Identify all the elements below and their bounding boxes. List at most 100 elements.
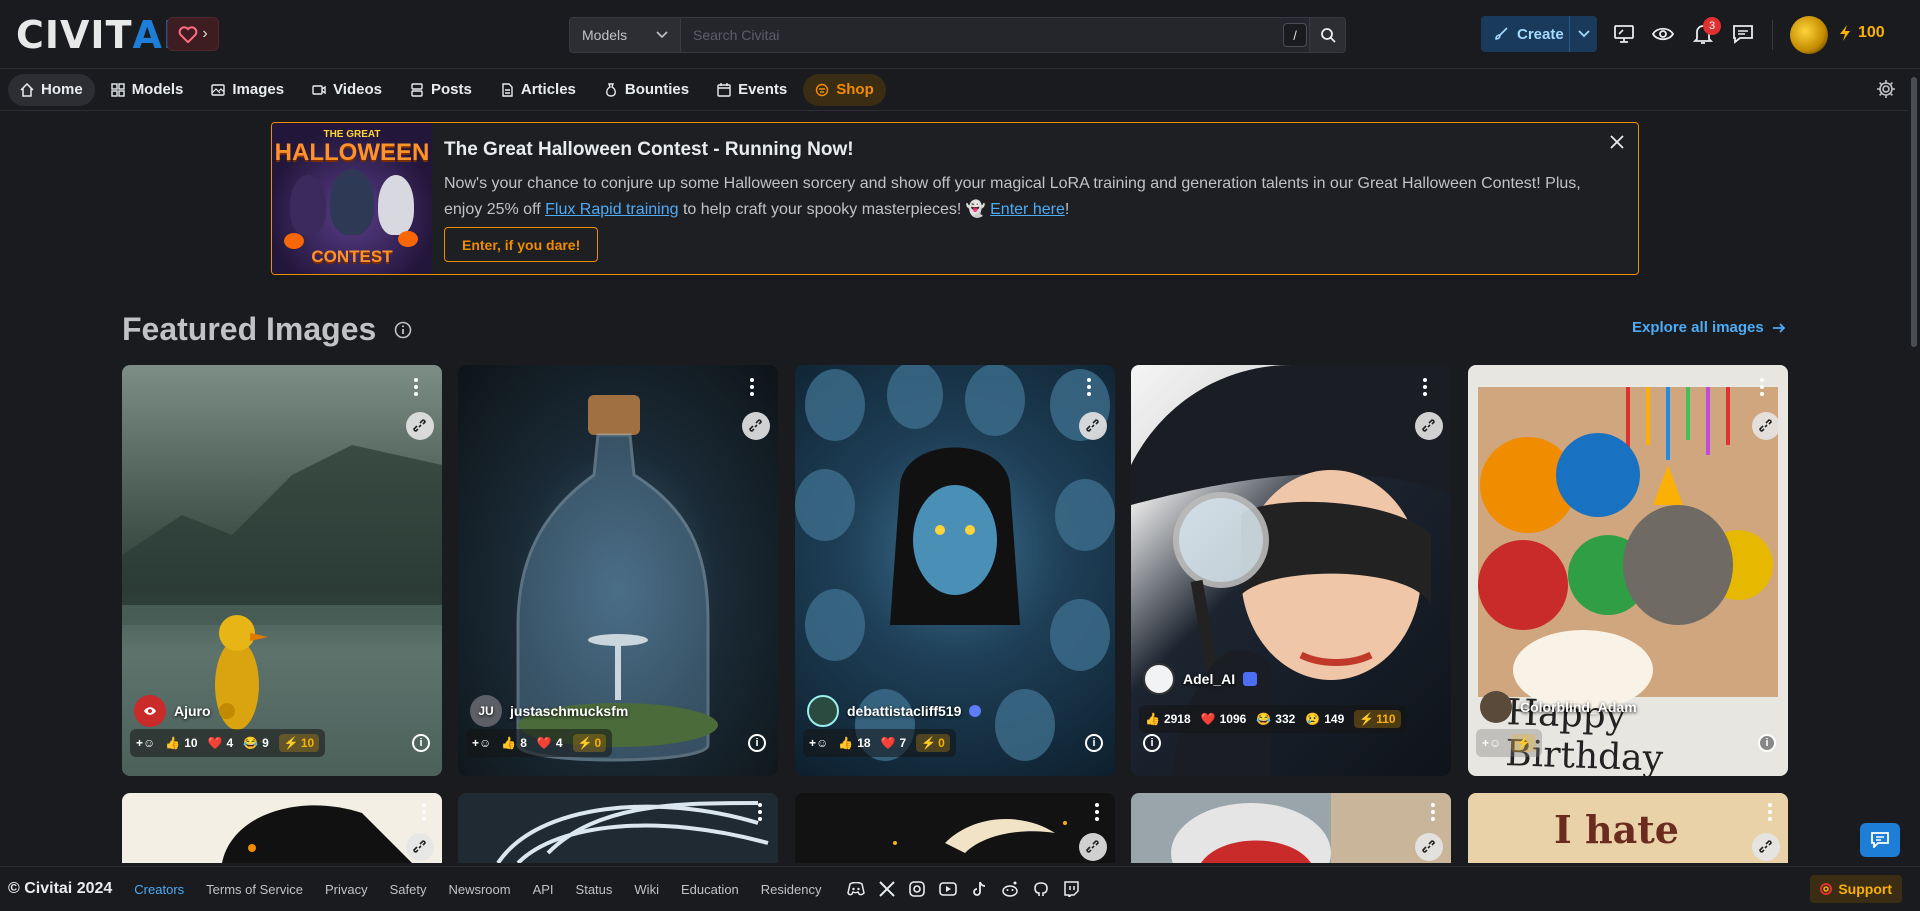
card-menu-button[interactable] bbox=[422, 803, 426, 821]
card-remix-button[interactable] bbox=[1752, 412, 1780, 440]
close-banner-button[interactable] bbox=[1610, 135, 1624, 154]
search-button[interactable] bbox=[1309, 18, 1345, 52]
card-remix-button[interactable] bbox=[1079, 833, 1107, 861]
enter-here-link[interactable]: Enter here bbox=[990, 201, 1065, 218]
add-reaction-button[interactable]: +☺ bbox=[472, 736, 491, 750]
settings-button[interactable] bbox=[1876, 79, 1896, 104]
card-menu-button[interactable] bbox=[1415, 375, 1435, 399]
card-menu-button[interactable] bbox=[406, 375, 426, 399]
card-remix-button[interactable] bbox=[406, 833, 434, 861]
contest-banner-image[interactable]: THE GREAT HALLOWEEN CONTEST bbox=[272, 123, 432, 274]
browsing-level-button[interactable] bbox=[1649, 20, 1677, 48]
image-card[interactable]: JU justaschmucksfm +☺ 👍 8 ❤️ 4 ⚡ 0 i bbox=[458, 365, 778, 776]
tip-buzz-button[interactable]: ⚡ 0 bbox=[916, 734, 950, 752]
card-author[interactable]: Ajuro bbox=[134, 695, 235, 727]
card-menu-button[interactable] bbox=[1768, 803, 1772, 821]
github-icon[interactable] bbox=[1033, 881, 1049, 897]
image-card[interactable]: I hate bbox=[1468, 793, 1788, 863]
tip-buzz-button[interactable]: ⚡ 110 bbox=[1354, 710, 1401, 728]
nav-item-posts[interactable]: Posts bbox=[398, 74, 484, 106]
explore-all-images-link[interactable]: Explore all images bbox=[1632, 319, 1786, 336]
buzz-balance[interactable]: 100 bbox=[1838, 24, 1885, 42]
nav-item-articles[interactable]: Articles bbox=[488, 74, 588, 106]
card-remix-button[interactable] bbox=[1752, 833, 1780, 861]
chat-button[interactable] bbox=[1729, 20, 1757, 48]
create-button[interactable]: Create bbox=[1481, 16, 1597, 52]
footer-link-residency[interactable]: Residency bbox=[761, 882, 822, 897]
add-reaction-button[interactable]: +☺ bbox=[809, 736, 828, 750]
card-info-button[interactable]: i bbox=[1143, 734, 1161, 752]
footer-link-terms[interactable]: Terms of Service bbox=[206, 882, 303, 897]
card-menu-button[interactable] bbox=[1431, 803, 1435, 821]
image-card[interactable]: Happy Birthday Colorblind_Adam +☺ ⚡ i bbox=[1468, 365, 1788, 776]
tiktok-icon[interactable] bbox=[971, 881, 987, 897]
page-scrollbar[interactable] bbox=[1908, 69, 1920, 866]
heart-reaction[interactable]: ❤️ 4 bbox=[208, 736, 234, 750]
image-card[interactable]: debattistacliff519 +☺ 👍 18 ❤️ 7 ⚡ 0 i bbox=[795, 365, 1115, 776]
enter-contest-button[interactable]: Enter, if you dare! bbox=[444, 227, 599, 262]
tip-buzz-button[interactable]: ⚡ 10 bbox=[278, 734, 320, 752]
chat-fab-button[interactable] bbox=[1860, 823, 1900, 857]
twitch-icon[interactable] bbox=[1063, 881, 1080, 897]
card-menu-button[interactable] bbox=[1079, 375, 1099, 399]
create-main[interactable]: Create bbox=[1481, 16, 1569, 52]
image-card[interactable] bbox=[795, 793, 1115, 863]
search-input[interactable] bbox=[681, 18, 1309, 52]
tip-buzz-button[interactable]: ⚡ 0 bbox=[572, 734, 607, 752]
like-reaction[interactable]: 👍 2918 bbox=[1145, 712, 1191, 726]
cast-button[interactable] bbox=[1610, 20, 1638, 48]
card-menu-button[interactable] bbox=[1095, 803, 1099, 821]
heart-reaction[interactable]: ❤️ 4 bbox=[537, 736, 563, 750]
footer-link-creators[interactable]: Creators bbox=[134, 882, 184, 897]
card-menu-button[interactable] bbox=[742, 375, 762, 399]
card-remix-button[interactable] bbox=[1079, 412, 1107, 440]
card-info-button[interactable]: i bbox=[748, 734, 766, 752]
like-reaction[interactable]: 👍 10 bbox=[165, 736, 197, 750]
support-heart-button[interactable]: › bbox=[167, 17, 219, 51]
image-card[interactable]: Ajuro +☺ 👍 10 ❤️ 4 😂 9 ⚡ 10 i bbox=[122, 365, 442, 776]
discord-icon[interactable] bbox=[847, 882, 866, 896]
add-reaction-button[interactable]: +☺ bbox=[1482, 736, 1501, 750]
support-button[interactable]: Support bbox=[1810, 875, 1902, 903]
nav-item-videos[interactable]: Videos bbox=[300, 74, 394, 106]
image-card[interactable] bbox=[1131, 793, 1451, 863]
youtube-icon[interactable] bbox=[939, 882, 958, 896]
card-menu-button[interactable] bbox=[758, 803, 762, 821]
reddit-icon[interactable] bbox=[1001, 881, 1019, 897]
card-info-button[interactable]: i bbox=[1085, 734, 1103, 752]
footer-link-education[interactable]: Education bbox=[681, 882, 739, 897]
scrollbar-thumb[interactable] bbox=[1911, 77, 1917, 347]
card-author[interactable]: JU justaschmucksfm bbox=[470, 695, 628, 727]
nav-item-shop[interactable]: Shop bbox=[803, 73, 886, 106]
flux-rapid-training-link[interactable]: Flux Rapid training bbox=[545, 201, 678, 218]
footer-link-wiki[interactable]: Wiki bbox=[634, 882, 659, 897]
nav-item-images[interactable]: Images bbox=[199, 74, 296, 106]
search-scope-select[interactable]: Models bbox=[570, 18, 681, 52]
like-reaction[interactable]: 👍 18 bbox=[838, 736, 870, 750]
laugh-reaction[interactable]: 😂 9 bbox=[243, 736, 269, 750]
footer-link-safety[interactable]: Safety bbox=[390, 882, 427, 897]
heart-reaction[interactable]: ❤️ 1096 bbox=[1201, 712, 1247, 726]
info-icon[interactable] bbox=[394, 321, 412, 339]
card-remix-button[interactable] bbox=[742, 412, 770, 440]
laugh-reaction[interactable]: 😂 332 bbox=[1256, 712, 1295, 726]
card-remix-button[interactable] bbox=[1415, 412, 1443, 440]
footer-link-privacy[interactable]: Privacy bbox=[325, 882, 368, 897]
civitai-logo[interactable]: CIVIT AI bbox=[16, 13, 178, 57]
tip-buzz-button[interactable]: ⚡ bbox=[1511, 734, 1537, 752]
nav-item-bounties[interactable]: Bounties bbox=[592, 74, 701, 106]
nav-item-events[interactable]: Events bbox=[705, 74, 799, 106]
card-author[interactable]: debattistacliff519 bbox=[807, 695, 982, 727]
footer-link-api[interactable]: API bbox=[533, 882, 554, 897]
image-card[interactable] bbox=[122, 793, 442, 863]
user-avatar[interactable] bbox=[1790, 16, 1828, 54]
cry-reaction[interactable]: 😢 149 bbox=[1305, 712, 1344, 726]
image-card[interactable] bbox=[458, 793, 778, 863]
nav-item-models[interactable]: Models bbox=[99, 74, 196, 106]
card-author[interactable]: Colorblind_Adam bbox=[1480, 691, 1637, 723]
footer-link-status[interactable]: Status bbox=[576, 882, 613, 897]
card-author[interactable]: Adel_AI bbox=[1143, 663, 1258, 695]
card-remix-button[interactable] bbox=[1415, 833, 1443, 861]
add-reaction-button[interactable]: +☺ bbox=[136, 736, 155, 750]
instagram-icon[interactable] bbox=[909, 881, 926, 897]
